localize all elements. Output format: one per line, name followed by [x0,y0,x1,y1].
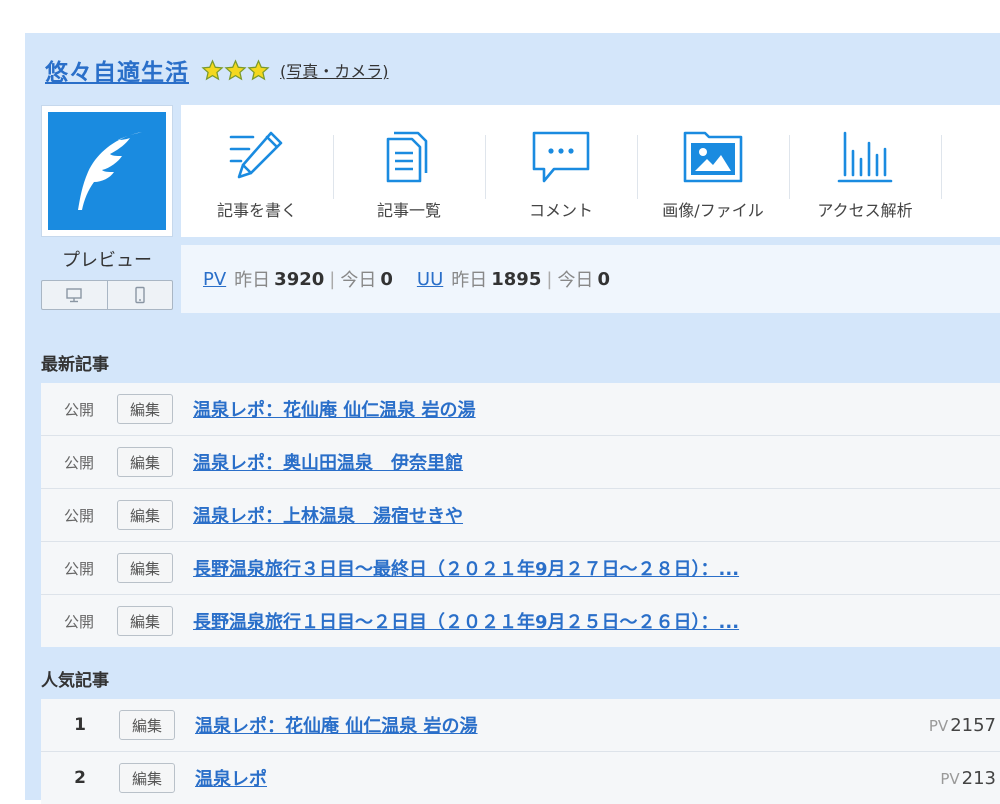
preview-desktop-button[interactable] [42,281,107,309]
preview-toggle [41,280,173,310]
star-icon [224,58,247,80]
preview-mobile-button[interactable] [106,281,173,309]
post-title-link[interactable]: 長野温泉旅行１日目〜２日目（２０２１年9月２５日〜２６日）：... [193,608,739,634]
edit-button[interactable]: 編集 [117,394,174,424]
blog-header: 悠々自適生活 (写真・カメラ) [45,53,389,87]
edit-button[interactable]: 編集 [117,500,174,530]
feather-icon [78,132,142,210]
status-badge: 公開 [63,453,94,472]
blog-rating [201,58,270,82]
edit-button[interactable]: 編集 [119,710,176,740]
post-title-link[interactable]: 温泉レポ：奥山田温泉 伊奈里館 [193,449,463,475]
status-badge: 公開 [63,559,94,578]
popular-posts-list: 1 編集 温泉レポ：花仙庵 仙仁温泉 岩の湯 PV 2157 2 編集 温泉レポ … [41,699,1000,804]
latest-posts-heading: 最新記事 [41,355,109,375]
toolbar-label: 記事一覧 [376,201,441,220]
uu-yesterday-value: 1895 [491,268,542,290]
popular-posts-heading: 人気記事 [41,671,109,691]
pencil-icon [229,131,283,179]
toolbar-label: 記事を書く [216,201,297,220]
status-badge: 公開 [63,400,94,419]
toolbar-label: アクセス解析 [817,201,913,220]
pv-yesterday-value: 3920 [274,268,325,290]
pv-link[interactable]: PV [203,269,226,290]
document-list-icon [386,131,428,183]
list-item: 公開 編集 長野温泉旅行１日目〜２日目（２０２１年9月２５日〜２６日）：... [41,595,1000,647]
toolbar-images-files[interactable]: 画像/ファイル [637,105,789,237]
image-icon [683,131,743,183]
post-title-link[interactable]: 温泉レポ：上林温泉 湯宿せきや [193,502,463,528]
toolbar-profile[interactable]: プロ [941,105,1000,237]
post-title-link[interactable]: 温泉レポ：花仙庵 仙仁温泉 岩の湯 [195,712,478,738]
preview-label: プレビュー [62,250,152,271]
access-stats: PV 昨日 3920 | 今日 0 UU 昨日 1895 | 今日 0 [181,245,1000,313]
feather-logo [48,112,166,230]
pv-today-value: 0 [380,268,393,290]
divider: | [329,268,336,290]
edit-button[interactable]: 編集 [119,763,176,793]
post-title-link[interactable]: 温泉レポ：花仙庵 仙仁温泉 岩の湯 [193,396,476,422]
pv-label: PV [940,769,960,788]
uu-yesterday-label: 昨日 [451,270,488,291]
toolbar-label: 画像/ファイル [662,201,764,220]
pv-count: PV 2157 [929,715,996,736]
pv-label: PV [928,716,949,735]
star-icon [201,58,224,80]
list-item: 公開 編集 温泉レポ：上林温泉 湯宿せきや [41,489,1000,542]
uu-today-value: 0 [597,268,610,290]
toolbar-comments[interactable]: コメント [485,105,637,237]
desktop-icon [66,288,82,303]
pv-count: PV 213 [940,768,996,789]
toolbar-post-list[interactable]: 記事一覧 [333,105,485,237]
latest-posts-list: 公開 編集 温泉レポ：花仙庵 仙仁温泉 岩の湯 公開 編集 温泉レポ：奥山田温泉… [41,383,1000,647]
divider: | [546,268,553,290]
list-item: 2 編集 温泉レポ PV 213 [41,752,1000,804]
toolbar-write-post[interactable]: 記事を書く [181,105,333,237]
toolbar-access-analytics[interactable]: アクセス解析 [789,105,941,237]
list-item: 公開 編集 温泉レポ：花仙庵 仙仁温泉 岩の湯 [41,383,1000,436]
toolbar-label: コメント [528,201,593,220]
dashboard-panel: 悠々自適生活 (写真・カメラ) プレビュー 記事を書く 記事一覧 コメント 画像… [25,33,1000,804]
pv-yesterday-label: 昨日 [234,270,271,291]
mobile-icon [135,286,145,304]
uu-today-label: 今日 [557,270,594,291]
comment-icon [532,131,590,183]
pv-value: 213 [961,767,996,789]
edit-button[interactable]: 編集 [117,553,174,583]
blog-logo[interactable] [41,105,173,237]
bar-chart-icon [837,131,893,183]
pv-value: 2157 [950,714,996,736]
edit-button[interactable]: 編集 [117,447,174,477]
status-badge: 公開 [63,506,94,525]
edit-button[interactable]: 編集 [117,606,174,636]
list-item: 1 編集 温泉レポ：花仙庵 仙仁温泉 岩の湯 PV 2157 [41,699,1000,752]
status-badge: 公開 [63,612,94,631]
blog-title-link[interactable]: 悠々自適生活 [45,53,189,87]
uu-link[interactable]: UU [417,269,443,290]
pv-today-label: 今日 [340,270,377,291]
post-title-link[interactable]: 長野温泉旅行３日目〜最終日（２０２１年9月２７日〜２８日）：... [193,555,739,581]
blog-category-link[interactable]: (写真・カメラ) [280,58,389,82]
list-item: 公開 編集 温泉レポ：奥山田温泉 伊奈里館 [41,436,1000,489]
rank-number: 1 [74,715,86,735]
action-toolbar: 記事を書く 記事一覧 コメント 画像/ファイル アクセス解析 [181,105,1000,237]
post-title-link[interactable]: 温泉レポ [195,765,267,791]
profile-icon [987,129,1000,185]
list-item: 公開 編集 長野温泉旅行３日目〜最終日（２０２１年9月２７日〜２８日）：... [41,542,1000,595]
star-icon [247,58,270,80]
rank-number: 2 [74,768,86,788]
